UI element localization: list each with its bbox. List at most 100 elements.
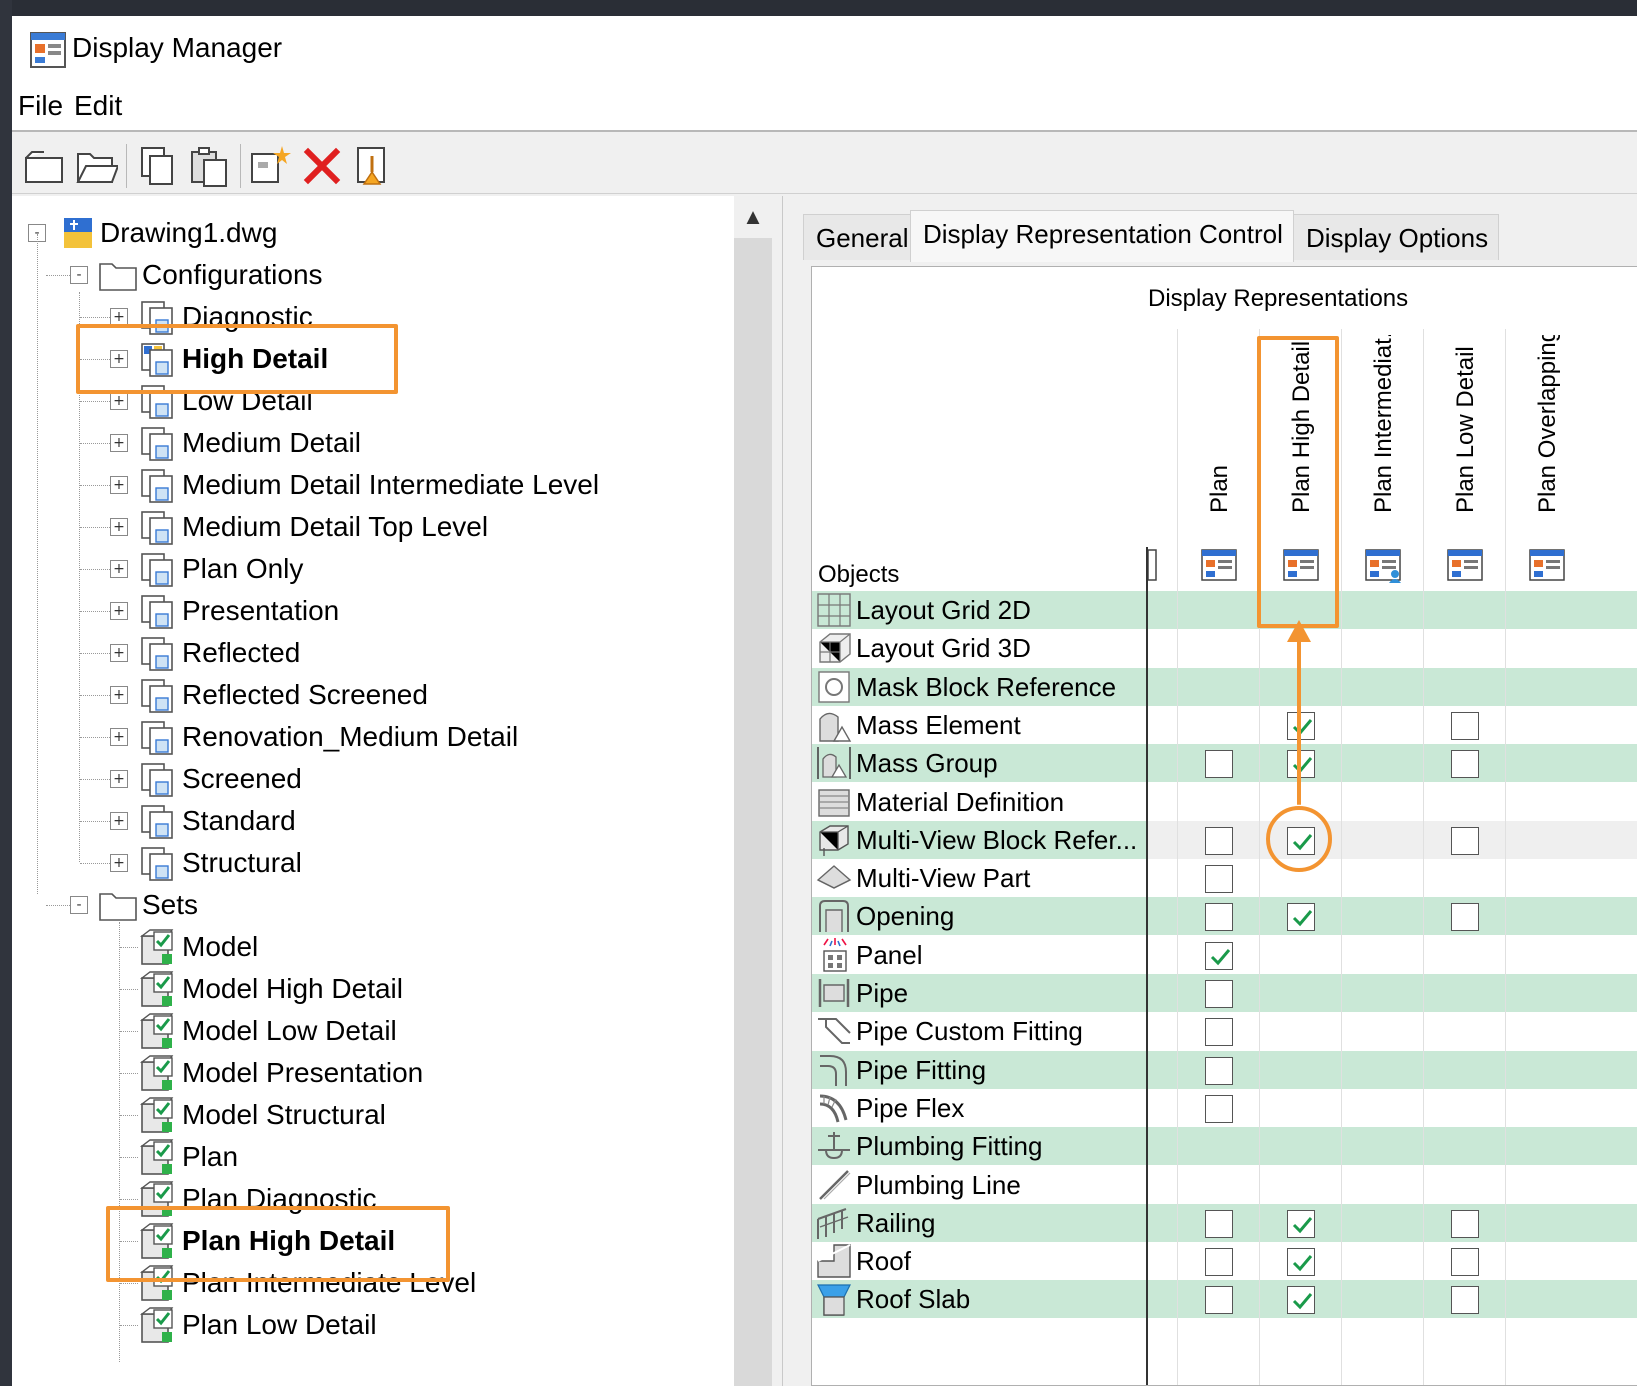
purge-icon[interactable] <box>352 144 396 188</box>
tree-scrollbar[interactable]: ▲ <box>734 196 772 1386</box>
representation-checkbox[interactable] <box>1451 1248 1479 1277</box>
object-row-plumbing-line[interactable]: Plumbing Line <box>812 1166 1637 1204</box>
object-row-layout-grid-3d[interactable]: Layout Grid 3D <box>812 629 1637 667</box>
object-row-layout-grid-2d[interactable]: Layout Grid 2D <box>812 591 1637 629</box>
object-row-mass-element[interactable]: Mass Element <box>812 706 1637 744</box>
tree-node-set-model-low-detail[interactable]: Model Low Detail <box>138 1010 397 1052</box>
copy-icon[interactable] <box>136 144 180 188</box>
representation-checkbox[interactable] <box>1205 750 1233 779</box>
scroll-up-arrow-icon[interactable]: ▲ <box>734 196 772 238</box>
representation-checkbox[interactable] <box>1451 903 1479 932</box>
tree-node-config-standard[interactable]: Standard <box>138 800 296 842</box>
display-representation-grid: Display Representations Objects Layout G… <box>811 266 1637 1386</box>
tree-node-config-reflected[interactable]: Reflected <box>138 632 300 674</box>
tree-node-config-structural[interactable]: Structural <box>138 842 302 884</box>
object-row-roof-slab[interactable]: Roof Slab <box>812 1280 1637 1319</box>
tree-node-config-medium-detail-intermediate-level[interactable]: Medium Detail Intermediate Level <box>138 464 599 506</box>
object-row-roof[interactable]: Roof <box>812 1242 1637 1280</box>
tree-node-set-model[interactable]: Model <box>138 926 258 968</box>
display-set-icon <box>139 1013 174 1049</box>
object-row-multi-view-block-refer[interactable]: Multi-View Block Refer... <box>812 820 1637 859</box>
expand-icon[interactable]: + <box>110 602 128 620</box>
tree-node-config-screened[interactable]: Screened <box>138 758 302 800</box>
tab-general[interactable]: General <box>803 214 920 260</box>
expand-icon[interactable]: + <box>110 812 128 830</box>
representation-checkbox[interactable] <box>1205 941 1233 970</box>
object-row-pipe-custom-fitting[interactable]: Pipe Custom Fitting <box>812 1012 1637 1050</box>
expand-icon[interactable]: + <box>110 392 128 410</box>
collapse-icon[interactable]: - <box>70 896 88 914</box>
representation-checkbox[interactable] <box>1451 1209 1479 1238</box>
expand-icon[interactable]: + <box>110 686 128 704</box>
expand-icon[interactable]: + <box>110 434 128 452</box>
delete-icon[interactable] <box>300 144 344 188</box>
representation-checkbox[interactable] <box>1205 1286 1233 1315</box>
representation-checkbox[interactable] <box>1451 711 1479 740</box>
expand-icon[interactable]: + <box>110 560 128 578</box>
tree-connector-line <box>80 695 110 696</box>
object-row-material-definition[interactable]: Material Definition <box>812 783 1637 821</box>
tree-node-sets[interactable]: Sets <box>98 884 198 926</box>
expand-icon[interactable]: + <box>110 476 128 494</box>
tree-node-config-renovation-medium-detail[interactable]: Renovation_Medium Detail <box>138 716 518 758</box>
menu-file[interactable]: File <box>18 90 63 122</box>
expand-icon[interactable]: + <box>110 770 128 788</box>
tree-node-config-medium-detail-top-level[interactable]: Medium Detail Top Level <box>138 506 488 548</box>
pipe-flex-icon <box>819 1094 848 1123</box>
representation-checkbox[interactable] <box>1205 1209 1233 1238</box>
representation-checkbox[interactable] <box>1205 826 1233 855</box>
tree-node-drawing[interactable]: Drawing1.dwg <box>56 212 277 254</box>
representation-checkbox[interactable] <box>1451 1286 1479 1315</box>
expand-icon[interactable]: + <box>110 518 128 536</box>
tree-node-configurations[interactable]: Configurations <box>98 254 323 296</box>
column-header-plan-low-detail[interactable]: Plan Low Detail <box>1425 335 1507 543</box>
representation-checkbox[interactable] <box>1451 750 1479 779</box>
new-representation-icon[interactable] <box>248 144 292 188</box>
tab-display-representation-control[interactable]: Display Representation Control <box>910 210 1294 262</box>
column-header-plan[interactable]: Plan <box>1179 335 1261 543</box>
tree-node-config-medium-detail[interactable]: Medium Detail <box>138 422 361 464</box>
tree-node-set-plan-low-detail[interactable]: Plan Low Detail <box>138 1304 377 1346</box>
open-icon[interactable] <box>74 144 118 188</box>
tree-node-set-plan[interactable]: Plan <box>138 1136 238 1178</box>
representation-checkbox[interactable] <box>1205 1056 1233 1085</box>
representation-checkbox[interactable] <box>1287 1248 1315 1277</box>
representation-checkbox[interactable] <box>1205 1018 1233 1047</box>
tree-node-config-presentation[interactable]: Presentation <box>138 590 339 632</box>
representation-checkbox[interactable] <box>1205 1094 1233 1123</box>
representation-checkbox[interactable] <box>1287 1286 1315 1315</box>
representation-checkbox[interactable] <box>1451 826 1479 855</box>
tab-display-options[interactable]: Display Options <box>1293 214 1500 260</box>
tree-node-config-reflected-screened[interactable]: Reflected Screened <box>138 674 428 716</box>
tree-node-set-model-structural[interactable]: Model Structural <box>138 1094 386 1136</box>
object-row-railing[interactable]: Railing <box>812 1203 1637 1242</box>
column-header-plan-intermediat[interactable]: Plan Intermediat... <box>1343 335 1425 543</box>
paste-icon[interactable] <box>188 144 232 188</box>
collapse-icon[interactable]: - <box>70 266 88 284</box>
object-row-pipe[interactable]: Pipe <box>812 974 1637 1012</box>
object-row-panel[interactable]: Panel <box>812 936 1637 974</box>
object-row-multi-view-part[interactable]: Multi-View Part <box>812 859 1637 897</box>
tree-node-set-model-presentation[interactable]: Model Presentation <box>138 1052 423 1094</box>
representation-checkbox[interactable] <box>1205 980 1233 1008</box>
representation-checkbox[interactable] <box>1205 903 1233 932</box>
menu-edit[interactable]: Edit <box>74 90 122 122</box>
object-row-pipe-flex[interactable]: Pipe Flex <box>812 1089 1637 1127</box>
representation-checkbox[interactable] <box>1205 865 1233 894</box>
tree-node-config-plan-only[interactable]: Plan Only <box>138 548 303 590</box>
object-row-mass-group[interactable]: Mass Group <box>812 744 1637 783</box>
expand-icon[interactable]: + <box>110 644 128 662</box>
representation-checkbox[interactable] <box>1205 1248 1233 1277</box>
new-icon[interactable] <box>22 144 66 188</box>
object-row-pipe-fitting[interactable]: Pipe Fitting <box>812 1050 1637 1089</box>
tree-node-set-model-high-detail[interactable]: Model High Detail <box>138 968 403 1010</box>
object-row-plumbing-fitting[interactable]: Plumbing Fitting <box>812 1127 1637 1166</box>
object-row-opening[interactable]: Opening <box>812 897 1637 936</box>
representation-checkbox[interactable] <box>1287 903 1315 932</box>
multi-view-block-icon <box>819 825 849 856</box>
object-row-mask-block-reference[interactable]: Mask Block Reference <box>812 667 1637 706</box>
expand-icon[interactable]: + <box>110 854 128 872</box>
expand-icon[interactable]: + <box>110 728 128 746</box>
representation-checkbox[interactable] <box>1287 1209 1315 1238</box>
column-header-plan-overlapping[interactable]: Plan Overlapping <box>1507 335 1589 543</box>
